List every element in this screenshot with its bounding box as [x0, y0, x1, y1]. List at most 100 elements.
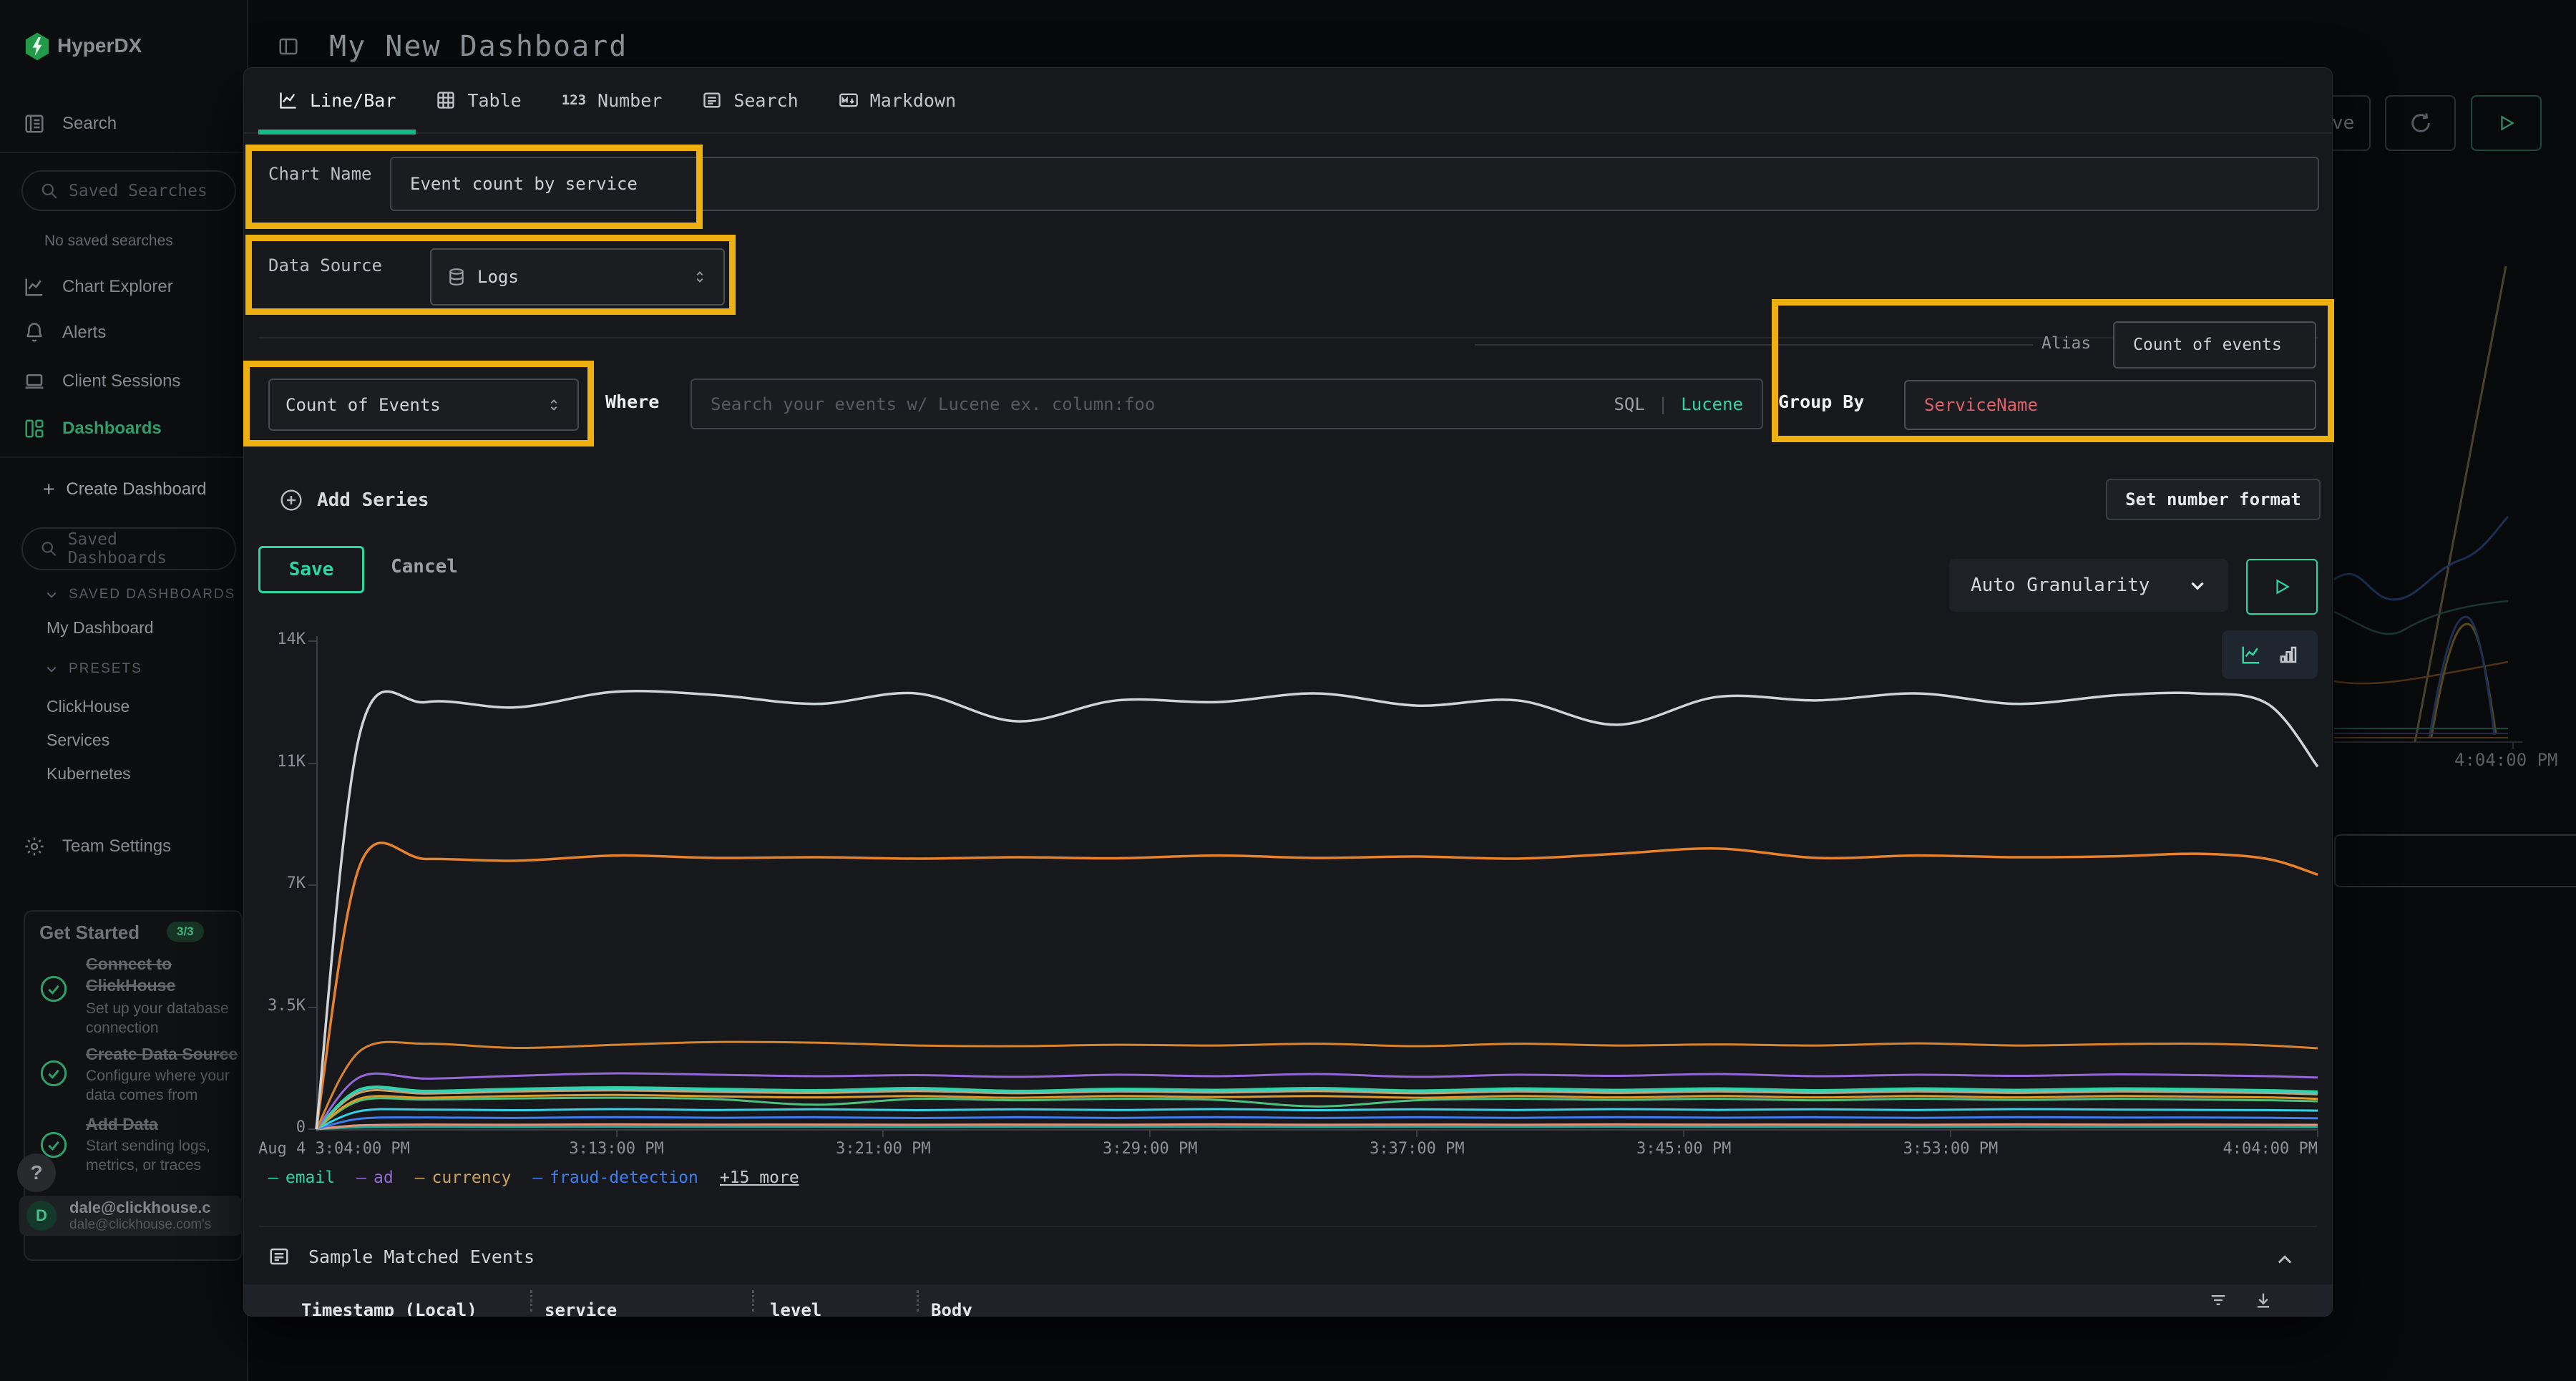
background-chart: [2331, 243, 2576, 787]
lucene-toggle[interactable]: Lucene: [1681, 394, 1743, 414]
database-icon: [447, 268, 466, 286]
column-header[interactable]: service: [545, 1300, 617, 1317]
no-saved-searches-text: No saved searches: [44, 233, 173, 250]
sidebar: HyperDX Search Saved Searches No saved s…: [0, 0, 248, 1381]
chart-series-ad: [316, 1073, 2318, 1129]
tab-markdown[interactable]: Markdown: [819, 67, 976, 133]
search-nav-icon: [24, 113, 45, 135]
tab-table[interactable]: Table: [416, 67, 541, 133]
chart-series-teal-flat: [316, 1127, 2318, 1129]
user-email: dale@clickhouse.c: [69, 1199, 211, 1217]
where-placeholder: Search your events w/ Lucene ex. column:…: [711, 394, 1155, 414]
chart-name-label: Chart Name: [268, 164, 372, 184]
tab-number[interactable]: 123 Number: [542, 67, 683, 133]
chart-name-input[interactable]: Event count by service: [390, 157, 2319, 211]
gear-icon: [24, 836, 45, 857]
chart-legend: —email —ad —currency —fraud-detection +1…: [268, 1168, 799, 1187]
y-tick-label: 7K: [244, 874, 306, 892]
bell-icon: [24, 322, 45, 343]
user-card[interactable]: D dale@clickhouse.c dale@clickhouse.com'…: [19, 1196, 243, 1236]
markdown-icon: [839, 90, 859, 110]
sql-toggle[interactable]: SQL: [1614, 394, 1644, 414]
add-series-button[interactable]: Add Series: [280, 489, 429, 512]
column-header[interactable]: level: [770, 1300, 821, 1317]
create-dashboard-button[interactable]: + Create Dashboard: [43, 478, 206, 501]
legend-more-link[interactable]: +15 more: [720, 1168, 799, 1187]
download-icon[interactable]: [2253, 1290, 2273, 1310]
set-number-format-button[interactable]: Set number format: [2106, 479, 2321, 520]
background-x-tick: 4:04:00 PM: [2454, 750, 2558, 770]
y-tick-label: 14K: [244, 630, 306, 648]
sidebar-item-alerts[interactable]: Alerts: [24, 322, 106, 343]
run-query-button[interactable]: [2246, 559, 2318, 615]
legend-item[interactable]: —fraud-detection: [532, 1168, 698, 1187]
list-icon: [702, 90, 722, 110]
refresh-button[interactable]: [2385, 95, 2456, 151]
app-screen: My New Dashboard Save 4:04:00 PM HyperDX…: [0, 0, 2576, 1381]
group-by-input[interactable]: ServiceName: [1904, 380, 2316, 430]
sidebar-item-clickhouse[interactable]: ClickHouse: [47, 697, 130, 716]
saved-dashboards-section-header[interactable]: SAVED DASHBOARDS: [44, 587, 235, 602]
check-circle-icon: [39, 1059, 68, 1088]
x-tick-label: 3:37:00 PM: [1370, 1140, 1464, 1158]
granularity-select[interactable]: Auto Granularity: [1949, 559, 2228, 612]
chevron-down-icon: [44, 662, 59, 676]
sample-events-header[interactable]: Sample Matched Events: [268, 1246, 535, 1267]
legend-item[interactable]: —email: [268, 1168, 335, 1187]
number-123-icon: 123: [562, 92, 586, 108]
sidebar-item-kubernetes[interactable]: Kubernetes: [47, 764, 131, 784]
dashboards-icon: [24, 418, 45, 439]
chart-series-top-unlabeled: [316, 691, 2318, 1129]
get-started-item[interactable]: Add Data: [86, 1113, 243, 1135]
saved-dashboards-input[interactable]: Saved Dashboards: [21, 527, 236, 570]
avatar: D: [26, 1201, 57, 1231]
alias-label: Alias: [2041, 334, 2091, 353]
get-started-badge: 3/3: [167, 922, 204, 942]
chart-type-tabs: Line/Bar Table 123 Number Search Markdow…: [244, 68, 2332, 134]
user-sub: dale@clickhouse.com's: [69, 1217, 211, 1233]
x-tick-label: 3:29:00 PM: [1103, 1140, 1197, 1158]
filter-icon[interactable]: [2208, 1290, 2228, 1310]
get-started-item[interactable]: Connect to ClickHouse: [86, 953, 236, 996]
x-tick-label: 3:45:00 PM: [1636, 1140, 1731, 1158]
laptop-icon: [24, 371, 45, 392]
aggregation-select[interactable]: Count of Events: [268, 379, 579, 431]
tab-search[interactable]: Search: [682, 67, 818, 133]
legend-item[interactable]: —currency: [415, 1168, 512, 1187]
tab-line-bar[interactable]: Line/Bar: [258, 67, 416, 133]
brand-name: HyperDX: [57, 34, 142, 57]
column-header[interactable]: Timestamp (Local): [301, 1300, 477, 1317]
x-tick-label: 4:04:00 PM: [2223, 1140, 2318, 1158]
select-chevrons-icon: [692, 269, 708, 285]
saved-searches-input[interactable]: Saved Searches: [21, 170, 236, 211]
presets-section-header[interactable]: PRESETS: [44, 661, 142, 677]
chevron-down-icon: [44, 587, 59, 602]
where-input[interactable]: Search your events w/ Lucene ex. column:…: [691, 379, 1763, 429]
sidebar-item-client-sessions[interactable]: Client Sessions: [24, 371, 180, 392]
collapse-section-icon[interactable]: [2275, 1250, 2295, 1270]
dashboard-run-button[interactable]: [2471, 95, 2542, 151]
table-icon: [436, 90, 456, 110]
help-button[interactable]: ?: [17, 1153, 56, 1192]
get-started-title: Get Started: [39, 922, 140, 944]
hyperdx-logo-icon: [23, 31, 52, 62]
save-button[interactable]: Save: [258, 546, 364, 593]
sidebar-item-search[interactable]: Search: [24, 113, 117, 135]
sidebar-item-services[interactable]: Services: [47, 731, 109, 750]
sidebar-item-my-dashboard[interactable]: My Dashboard: [47, 618, 154, 638]
sidebar-item-dashboards[interactable]: Dashboards: [24, 418, 162, 439]
legend-item[interactable]: —ad: [356, 1168, 394, 1187]
page-title: My New Dashboard: [329, 30, 628, 63]
sidebar-collapse-icon[interactable]: [278, 36, 299, 57]
alias-input[interactable]: Count of events: [2113, 321, 2316, 369]
logs-icon: [268, 1246, 290, 1267]
data-source-select[interactable]: Logs: [430, 248, 725, 306]
column-header[interactable]: Body: [931, 1300, 972, 1317]
sidebar-item-chart-explorer[interactable]: Chart Explorer: [24, 276, 173, 298]
line-chart-icon: [24, 276, 45, 298]
cancel-button[interactable]: Cancel: [391, 556, 458, 577]
sidebar-item-team-settings[interactable]: Team Settings: [24, 836, 171, 857]
get-started-item[interactable]: Create Data Source: [86, 1043, 243, 1065]
y-tick-label: 11K: [244, 753, 306, 771]
background-search-bar[interactable]: [2334, 834, 2576, 887]
